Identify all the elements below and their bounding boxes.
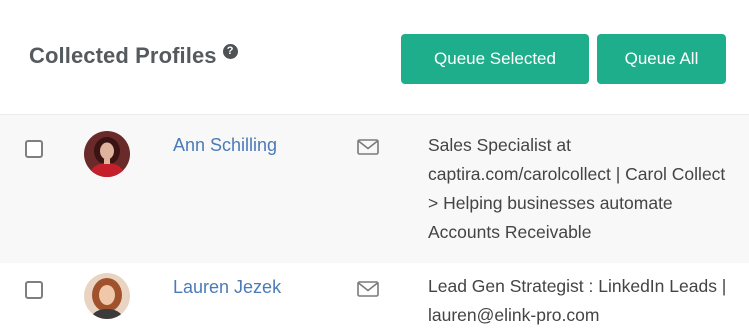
envelope-icon[interactable] <box>357 281 379 297</box>
table-row: Ann Schilling Sales Specialist at captir… <box>0 114 749 264</box>
table-row: Lauren Jezek Lead Gen Strategist : Linke… <box>0 263 749 334</box>
row-checkbox[interactable] <box>25 140 43 158</box>
queue-selected-button[interactable]: Queue Selected <box>401 34 589 84</box>
avatar <box>84 131 130 177</box>
page-title: Collected Profiles ? <box>29 43 238 69</box>
queue-all-button[interactable]: Queue All <box>597 34 726 84</box>
panel-header: Collected Profiles ? Queue Selected Queu… <box>0 0 749 114</box>
row-checkbox[interactable] <box>25 281 43 299</box>
collected-profiles-panel: Collected Profiles ? Queue Selected Queu… <box>0 0 749 334</box>
profile-headline: Lead Gen Strategist : LinkedIn Leads | l… <box>428 276 727 325</box>
profile-name-link[interactable]: Lauren Jezek <box>173 277 281 298</box>
profile-name-link[interactable]: Ann Schilling <box>173 135 277 156</box>
question-circle-icon[interactable]: ? <box>222 43 238 59</box>
avatar <box>84 273 130 319</box>
page-title-text: Collected Profiles <box>29 43 217 68</box>
profile-headline: Sales Specialist at captira.com/carolcol… <box>428 135 726 242</box>
envelope-icon[interactable] <box>357 139 379 155</box>
